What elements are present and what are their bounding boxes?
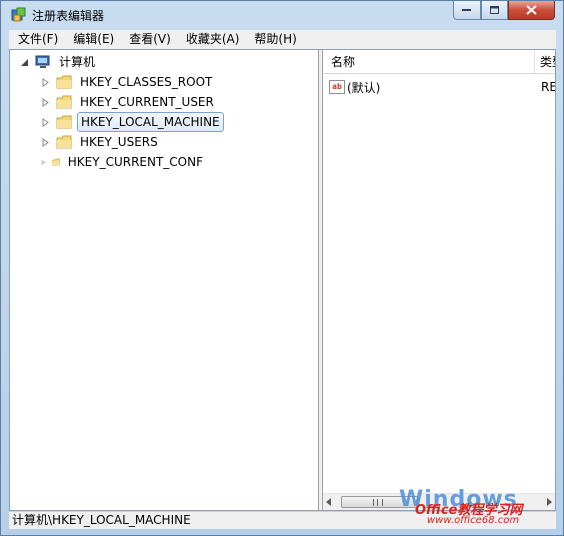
scroll-left-icon[interactable] xyxy=(326,498,332,506)
tree-item-label: HKEY_USERS xyxy=(80,135,158,149)
string-value-icon: ab xyxy=(329,80,345,94)
value-type: RE xyxy=(541,80,555,94)
menu-help[interactable]: 帮助(H) xyxy=(245,30,302,49)
tree-item-hkey-users[interactable]: HKEY_USERS xyxy=(41,132,161,152)
folder-icon xyxy=(56,135,72,149)
tree-item-label: HKEY_CURRENT_USER xyxy=(80,95,214,109)
tree-item-label: HKEY_CLASSES_ROOT xyxy=(80,75,213,89)
tree-root-row[interactable]: 计算机 xyxy=(20,52,98,72)
watermark-url: www.office68.com xyxy=(427,515,520,526)
column-header-name[interactable]: 名称 xyxy=(323,50,535,74)
tree-item-hkey-classes-root[interactable]: HKEY_CLASSES_ROOT xyxy=(41,72,215,92)
registry-editor-window: 注册表编辑器 文件(F) 编辑(E) 查看(V) 收藏夹(A) 帮助(H) 计算… xyxy=(0,0,564,536)
value-name: (默认) xyxy=(347,80,381,95)
menu-view[interactable]: 查看(V) xyxy=(120,30,177,49)
column-header-type[interactable]: 类型 xyxy=(535,50,555,74)
value-list-pane[interactable]: 名称 类型 ab (默认) RE xyxy=(323,50,555,510)
tree-item-hkey-local-machine[interactable]: HKEY_LOCAL_MACHINE xyxy=(41,112,224,132)
grip-icon xyxy=(373,499,383,506)
maximize-icon xyxy=(489,5,499,14)
watermark: Windows Office教程学习网 www.office68.com xyxy=(399,487,561,529)
expand-arrow-icon[interactable] xyxy=(41,158,46,167)
folder-icon xyxy=(56,115,72,129)
window-title: 注册表编辑器 xyxy=(32,9,105,23)
menu-edit[interactable]: 编辑(E) xyxy=(64,30,120,49)
title-bar[interactable]: 注册表编辑器 xyxy=(1,1,563,29)
folder-icon xyxy=(51,158,60,166)
minimize-icon xyxy=(462,9,471,11)
close-icon xyxy=(526,5,537,15)
tree-root-label: 计算机 xyxy=(59,55,96,69)
tree-item-hkey-current-config[interactable]: HKEY_CURRENT_CONF xyxy=(41,152,206,172)
key-tree-pane[interactable]: 计算机 HKEY_CLASSES_ROOT HKEY_CURRENT_USER … xyxy=(10,50,319,510)
computer-icon xyxy=(35,55,50,68)
maximize-button[interactable] xyxy=(481,1,508,20)
minimize-button[interactable] xyxy=(453,1,481,20)
collapse-arrow-icon[interactable] xyxy=(20,58,29,67)
tree-item-label: HKEY_CURRENT_CONF xyxy=(67,155,203,169)
close-button[interactable] xyxy=(508,1,555,20)
tree-item-label-selected: HKEY_LOCAL_MACHINE xyxy=(77,112,224,132)
menu-file[interactable]: 文件(F) xyxy=(9,30,64,49)
expand-arrow-icon[interactable] xyxy=(41,117,50,127)
expand-arrow-icon[interactable] xyxy=(41,137,50,147)
expand-arrow-icon[interactable] xyxy=(41,97,50,107)
tree-item-hkey-current-user[interactable]: HKEY_CURRENT_USER xyxy=(41,92,217,112)
folder-icon xyxy=(56,75,72,89)
folder-icon xyxy=(56,95,72,109)
list-item[interactable]: ab (默认) xyxy=(329,78,380,96)
regedit-icon xyxy=(11,7,27,23)
main-content: 计算机 HKEY_CLASSES_ROOT HKEY_CURRENT_USER … xyxy=(9,49,556,511)
menu-favorites[interactable]: 收藏夹(A) xyxy=(177,30,246,49)
menu-bar: 文件(F) 编辑(E) 查看(V) 收藏夹(A) 帮助(H) xyxy=(9,30,556,49)
expand-arrow-icon[interactable] xyxy=(41,77,50,87)
